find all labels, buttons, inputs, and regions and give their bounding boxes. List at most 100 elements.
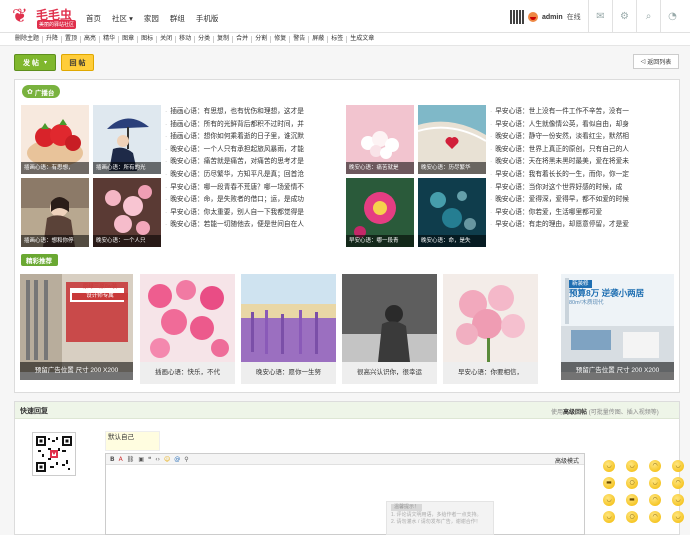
smiley-icon[interactable]: ◡ (626, 460, 638, 472)
list-item[interactable]: 晚安心语：痛苦就是痛苦，对痛苦的思考才是 (165, 156, 327, 169)
back-to-list-button[interactable]: ◁ 返回列表 (633, 54, 679, 69)
thumb-pink-blossom[interactable]: 晚安心语：一个人只 (93, 178, 161, 247)
list-item[interactable]: 晚安心语：静守一份安然，淡看红尘，默然相 (490, 131, 678, 144)
signature-box[interactable]: 默认自己 (105, 431, 160, 451)
mod-action-move[interactable]: 移动 (176, 35, 196, 43)
featured-card-roses[interactable]: 早安心语：你要相信， (443, 274, 538, 384)
mod-action-sticky[interactable]: 置顶 (62, 35, 82, 43)
mod-action-split[interactable]: 分割 (252, 35, 272, 43)
smiley-icon[interactable]: ◡ (672, 460, 684, 472)
list-item[interactable]: 早安心语：当你对这个世界好感的时候，成 (490, 182, 678, 195)
list-item[interactable]: 晚安心语：世界上真正的原创，只有自己的人 (490, 144, 678, 157)
attachment-icon[interactable]: ⚲ (184, 456, 188, 463)
nav-item-home[interactable]: 首页 (86, 13, 101, 24)
user-name[interactable]: admin (542, 14, 563, 21)
smiley-icon[interactable]: ◡ (603, 494, 615, 506)
mod-action-icon[interactable]: 图标 (138, 35, 158, 43)
smiley-icon[interactable]: ◡ (603, 460, 615, 472)
list-item[interactable]: 晚安心语：天在将黑未黑时最美，爱在将爱未 (490, 156, 678, 169)
mod-action-delete[interactable]: 删除主题 (12, 35, 44, 43)
advanced-reply-link[interactable]: 高级回帖 (563, 410, 587, 416)
bold-icon[interactable]: B (110, 456, 115, 463)
mod-action-copy[interactable]: 复制 (214, 35, 234, 43)
search-icon[interactable]: ⌕ (636, 0, 660, 33)
list-item[interactable]: 插画心语：所有的光鲜背后都积不过时间，并 (165, 119, 327, 132)
nav-item-groups[interactable]: 群组 (170, 13, 185, 24)
mod-action-highlight[interactable]: 高亮 (81, 35, 101, 43)
list-item[interactable]: 晚安心语：一个人只有承担起旅风暴雨，才能 (165, 144, 327, 157)
mod-action-merge[interactable]: 合并 (233, 35, 253, 43)
smiley-icon[interactable]: ○ (626, 511, 638, 523)
emoji-icon[interactable]: ☺ (164, 456, 170, 463)
mod-action-digest[interactable]: 精华 (100, 35, 120, 43)
list-item[interactable]: 晚安心语：命，是失败者的借口；运，是成功 (165, 194, 327, 207)
mod-action-article[interactable]: 生成文章 (347, 36, 377, 43)
advanced-mode-toggle[interactable]: 高级模式 (555, 456, 579, 465)
featured-card-ad-left[interactable]: 原绿三原8w装 设计师专属 预留广告位置 尺寸 200 X200 (20, 274, 133, 384)
image-icon[interactable]: ▣ (138, 456, 144, 463)
mod-action-bump[interactable]: 升降 (43, 35, 63, 43)
list-item[interactable]: 晚安心语：爱得深，爱得早，都不如爱的时候 (490, 194, 678, 207)
back-arrow-icon: ◁ (640, 59, 646, 65)
smiley-icon[interactable]: ◠ (649, 460, 661, 472)
smiley-icon[interactable]: ◠ (649, 511, 661, 523)
list-item[interactable]: 早安心语：你太重要，别人自一下我都觉得是 (165, 207, 327, 220)
mod-action-stamp[interactable]: 图章 (119, 35, 139, 43)
main-nav: 首页 社区 ▾ 家园 群组 手机版 (86, 13, 218, 24)
smiley-icon[interactable]: ◡ (603, 511, 615, 523)
thumb-heart-beach[interactable]: 晚安心语：历尽繁华 (418, 105, 486, 174)
mod-action-warn[interactable]: 警告 (290, 35, 310, 43)
list-item[interactable]: 早安心语：你若爱，生活哪里都可爱 (490, 207, 678, 220)
mod-action-block[interactable]: 屏蔽 (309, 35, 329, 43)
site-logo[interactable]: ❦ 毛毛虫 美丽的驿站社区 (12, 5, 76, 29)
list-item[interactable]: 插画心语：有思想，也有忧伤和理想，这才是 (165, 106, 327, 119)
smiley-icon[interactable]: ◡ (672, 494, 684, 506)
quote-icon[interactable]: ❝ (148, 456, 151, 463)
featured-caption: 晚安心语：愿你一生努 (241, 362, 336, 384)
mod-action-category[interactable]: 分类 (195, 35, 215, 43)
list-item[interactable]: 早安心语：世上没有一件工作不辛苦，没有一 (490, 106, 678, 119)
mod-action-close[interactable]: 关闭 (157, 35, 177, 43)
smiley-icon[interactable]: ◠ (649, 494, 661, 506)
thumb-dark-pink-flower[interactable]: 早安心语：哪一段青 (346, 178, 414, 247)
thumb-teal-bokeh[interactable]: 晚安心语：命，是失 (418, 178, 486, 247)
thumb-illustration[interactable]: 插画心语：想和你停 (21, 178, 89, 247)
message-icon[interactable]: ✉ (588, 0, 612, 33)
featured-card-ad-right[interactable]: 新装修 预算8万 逆袭小两居 80m²木质现代 预留广告位置 尺寸 200 X2… (561, 274, 674, 384)
smiley-icon[interactable]: ◡ (649, 477, 661, 489)
mod-action-repair[interactable]: 修复 (271, 35, 291, 43)
featured-card-bw-girl[interactable]: 很高兴认识你，很幸运 (342, 274, 437, 384)
mod-action-tag[interactable]: 标签 (328, 35, 348, 43)
qr-code-icon[interactable] (510, 10, 524, 24)
user-avatar-icon[interactable] (528, 12, 538, 22)
list-item[interactable]: 早安心语：有走的理由，却愿意停留，才是爱 (490, 219, 678, 232)
gear-icon[interactable]: ⚙ (612, 0, 636, 33)
link-icon[interactable]: ⛓ (127, 456, 135, 463)
thumb-strawberry-cake[interactable]: 插画心语：有思想， (21, 105, 89, 174)
reply-editor[interactable]: B A ⛓ ▣ ❝ ‹› ☺ @ ⚲ 高级模式 温馨提示！ 1. 评论请文明用语… (105, 453, 585, 535)
nav-item-community[interactable]: 社区 ▾ (112, 13, 133, 24)
thumb-girl-umbrella[interactable]: 插画心语：所有的光 (93, 105, 161, 174)
list-item[interactable]: 早安心语：我有着长长的一生，而你，你一定 (490, 169, 678, 182)
thumb-white-flowers[interactable]: 晚安心语：痛苦就是 (346, 105, 414, 174)
font-color-icon[interactable]: A (119, 456, 123, 463)
code-icon[interactable]: ‹› (155, 456, 160, 463)
at-icon[interactable]: @ (174, 456, 180, 463)
nav-item-mobile[interactable]: 手机版 (196, 13, 219, 24)
smiley-icon[interactable]: ▬ (603, 477, 615, 489)
smiley-icon[interactable]: ◠ (672, 477, 684, 489)
smiley-icon[interactable]: ○ (626, 477, 638, 489)
list-item[interactable]: 插画心语：想你如何乘着逝的日子里，谁沉默 (165, 131, 327, 144)
nav-item-home-space[interactable]: 家园 (144, 13, 159, 24)
list-item[interactable]: 早安心语：人生就像情公英，看似自由，却身 (490, 119, 678, 132)
featured-card-lavender[interactable]: 晚安心语：愿你一生努 (241, 274, 336, 384)
featured-card-pink-flowers[interactable]: 插画心语：快乐，不代 (140, 274, 235, 384)
list-item[interactable]: 晚安心语：若能一切随他去，便是世间自在人 (165, 219, 327, 232)
list-item[interactable]: 晚安心语：历尽繁华，方知平凡是真；回首沧 (165, 169, 327, 182)
smiley-icon[interactable]: ▬ (626, 494, 638, 506)
new-post-button[interactable]: 发 帖 ▾ (14, 54, 56, 71)
reply-button[interactable]: 回 帖 (61, 54, 94, 71)
smiley-icon[interactable]: ◡ (672, 511, 684, 523)
list-item[interactable]: 早安心语：哪一段青春不荒唐？哪一场爱情不 (165, 182, 327, 195)
rss-icon[interactable]: ◔ (660, 0, 684, 33)
